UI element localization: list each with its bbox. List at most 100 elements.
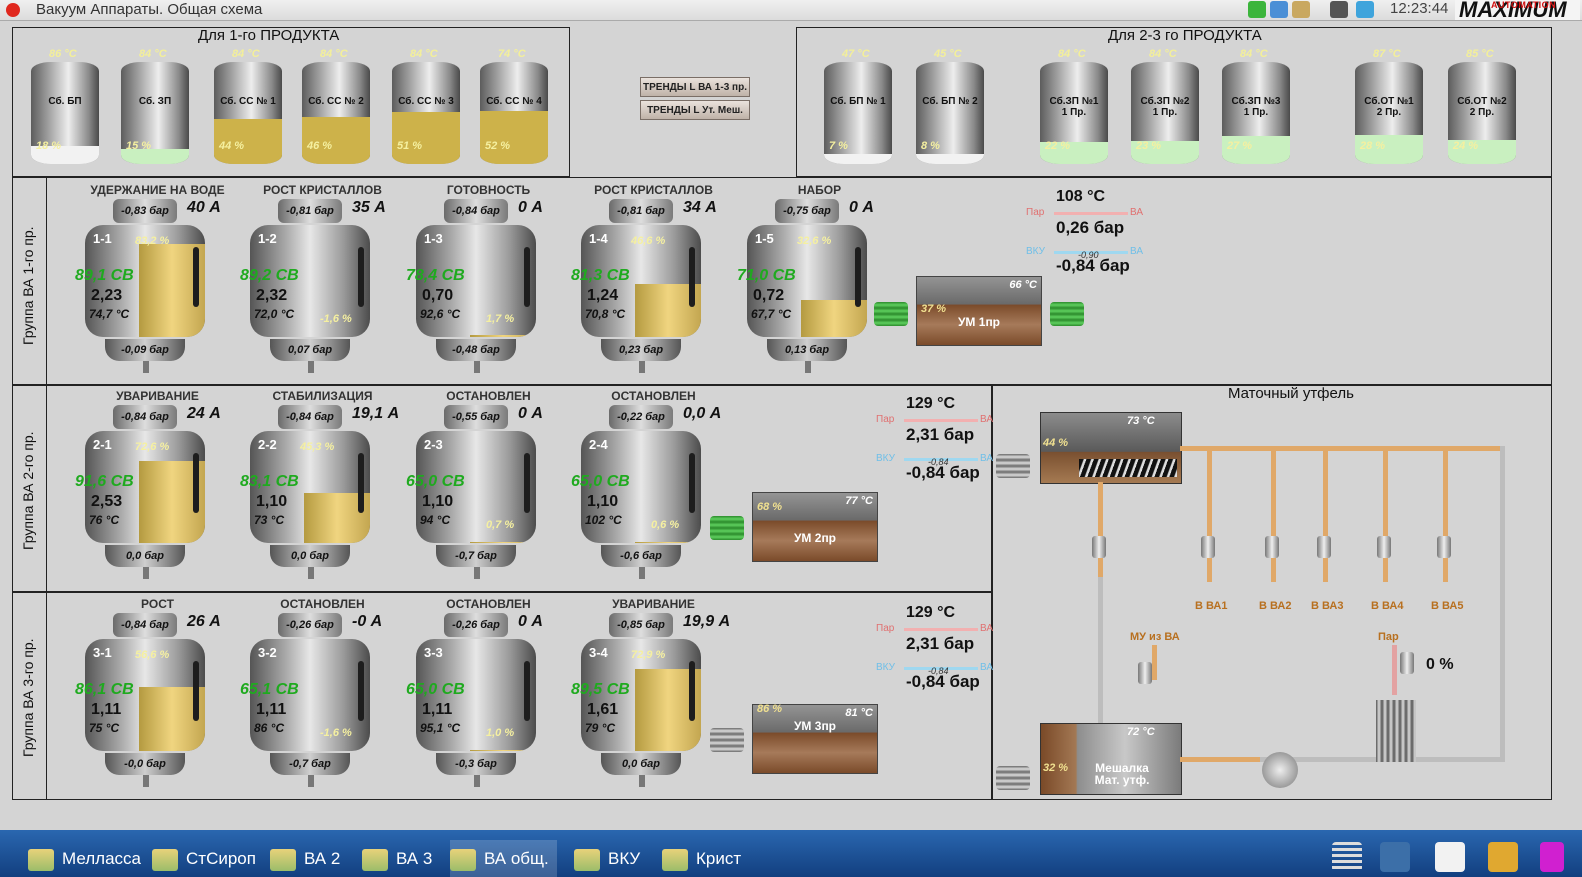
vacuum-apparatus[interactable]: ОСТАНОВЛЕН -0,22 бар 0,0 А 2-4 0,6 % 65,0 СВ 1… [571, 389, 736, 579]
va-top-pressure: -0,85 бар [609, 613, 673, 637]
steam-temp: 129 °C [906, 395, 956, 412]
output-label: В ВА3 [1311, 600, 1344, 612]
add-icon[interactable] [1248, 1, 1266, 18]
storage-tank[interactable]: Сб.ОТ №2 2 Пр. 24 % [1448, 62, 1516, 164]
vacuum-apparatus[interactable]: ГОТОВНОСТЬ -0,84 бар 0 А 1-3 1,7 % 78,4 СВ 0,7… [406, 183, 571, 373]
trend-va-button[interactable]: ТРЕНДЫ L ВА 1-3 пр. [640, 77, 750, 97]
storage-tank[interactable]: Сб.ОТ №1 2 Пр. 28 % [1355, 62, 1423, 164]
output-valve[interactable] [1377, 536, 1391, 558]
steam-va-label: ВА [1130, 207, 1144, 218]
app-icon [362, 848, 388, 871]
um1-right-motor[interactable] [1050, 302, 1084, 326]
par-valve[interactable] [1400, 652, 1414, 674]
output-valve[interactable] [1265, 536, 1279, 558]
va-sight-glass [689, 453, 695, 513]
hand-icon[interactable] [1540, 842, 1564, 872]
chat-icon[interactable] [1270, 1, 1288, 18]
taskbar-item[interactable]: Мелласса [28, 840, 149, 877]
vku-va-label: ВА [1130, 246, 1144, 257]
mother-top-tank[interactable]: 73 °C 44 % [1040, 412, 1182, 484]
output-valve[interactable] [1317, 536, 1331, 558]
taskbar-item[interactable]: ВА 3 [362, 840, 440, 877]
tank-temp: 84 °C [139, 48, 167, 60]
tank-level: 8 % [921, 140, 940, 152]
steam-temp: 129 °C [906, 604, 956, 621]
va-level-fill [470, 749, 536, 751]
vacuum-apparatus[interactable]: РОСТ КРИСТАЛЛОВ -0,81 бар 34 А 1-4 46,6 % 81,… [571, 183, 736, 373]
va-temp: 86 °C [254, 721, 285, 735]
storage-tank[interactable]: Сб. СС № 1 44 % [214, 62, 282, 164]
output-valve[interactable] [1201, 536, 1215, 558]
um3-tank[interactable]: 81 °C 86 % УМ 3пр [752, 703, 878, 774]
va-bottom-pressure: 0,0 бар [105, 545, 185, 567]
tank-level: 27 % [1227, 140, 1253, 152]
um1-left-motor[interactable] [874, 302, 908, 326]
vacuum-apparatus[interactable]: РОСТ КРИСТАЛЛОВ -0,81 бар 35 А 1-2 -1,6 % 89,… [240, 183, 405, 373]
um2-motor[interactable] [710, 516, 744, 540]
pump-icon[interactable] [1262, 752, 1298, 788]
storage-tank[interactable]: Сб. СС № 2 46 % [302, 62, 370, 164]
close-icon[interactable] [6, 3, 20, 17]
menu-icon[interactable] [1332, 842, 1362, 872]
storage-tank[interactable]: Сб. БП № 1 7 % [824, 62, 892, 164]
um3-motor[interactable] [710, 728, 744, 752]
va-dry-solids: 83,1 СВ [240, 473, 299, 490]
trend-chart-icon[interactable] [1435, 842, 1465, 872]
vacuum-apparatus[interactable]: УВАРИВАНИЕ -0,84 бар 24 А 2-1 72,6 % 91,6 СВ 2… [75, 389, 240, 579]
um1-tank[interactable]: 66 °C 37 % УМ 1пр [916, 276, 1042, 346]
storage-tank[interactable]: Сб.ЗП №2 1 Пр. 23 % [1131, 62, 1199, 164]
users-icon[interactable] [1292, 1, 1310, 18]
taskbar-item[interactable]: ВА 2 [270, 840, 348, 877]
storage-tank[interactable]: Сб. СС № 3 51 % [392, 62, 460, 164]
settings-icon[interactable] [1380, 842, 1410, 872]
tank-fill [824, 153, 892, 164]
tank-temp: 84 °C [1058, 48, 1086, 60]
tank-level: 7 % [829, 140, 848, 152]
va-current: 34 А [683, 199, 717, 216]
vacuum-apparatus[interactable]: УДЕРЖАНИЕ НА ВОДЕ -0,83 бар 40 А 1-1 83,2 % 8… [75, 183, 240, 373]
um-temp: 77 °C [845, 495, 873, 507]
vacuum-apparatus[interactable]: ОСТАНОВЛЕН -0,26 бар 0 А 3-3 1,0 % 65,0 СВ 1,1… [406, 597, 571, 787]
send-icon[interactable] [1356, 1, 1374, 18]
storage-tank[interactable]: Сб. БП № 2 8 % [916, 62, 984, 164]
vacuum-apparatus[interactable]: НАБОР -0,75 бар 0 А 1-5 32,6 % 71,0 СВ 0,72 67,… [737, 183, 902, 373]
window-title: Вакуум Аппараты. Общая схема [36, 1, 263, 18]
va-top-pressure: -0,55 бар [444, 405, 508, 429]
storage-tank[interactable]: Сб.ЗП №1 1 Пр. 22 % [1040, 62, 1108, 164]
vacuum-apparatus[interactable]: ОСТАНОВЛЕН -0,55 бар 0 А 2-3 0,7 % 65,0 СВ 1,1… [406, 389, 571, 579]
vacuum-apparatus[interactable]: УВАРИВАНИЕ -0,85 бар 19,9 А 3-4 72,9 % 89,5 С… [571, 597, 736, 787]
vacuum-apparatus[interactable]: РОСТ -0,84 бар 26 А 3-1 56,6 % 86,1 СВ 1,11 75 … [75, 597, 240, 787]
va-status: ОСТАНОВЛЕН [280, 597, 365, 611]
va-bottom-pressure: -0,0 бар [105, 753, 185, 775]
um-level: 86 % [757, 703, 783, 715]
tank-level: 51 % [397, 140, 423, 152]
mother-bottom-motor[interactable] [996, 766, 1030, 790]
taskbar-item[interactable]: ВА общ. [450, 840, 557, 877]
va-drain [639, 775, 645, 787]
va-bottom-pressure: -0,09 бар [105, 339, 185, 361]
va-level: -1,6 % [320, 727, 352, 739]
vacuum-apparatus[interactable]: ОСТАНОВЛЕН -0,26 бар -0 А 3-2 -1,6 % 65,1 СВ 1… [240, 597, 405, 787]
va-current: 0 А [518, 405, 543, 422]
storage-tank[interactable]: Сб. ЗП 15 % [121, 62, 189, 164]
storage-tank[interactable]: Сб. СС № 4 52 % [480, 62, 548, 164]
storage-tank[interactable]: Сб. БП 18 % [31, 62, 99, 164]
tank-temp: 87 °C [1373, 48, 1401, 60]
group1-label: Группа ВА 1-го пр. [20, 226, 36, 345]
storage-tank[interactable]: Сб.ЗП №3 1 Пр. 27 % [1222, 62, 1290, 164]
operator-icon[interactable] [1330, 1, 1348, 18]
trend-mixer-button[interactable]: ТРЕНДЫ L Ут. Меш. [640, 100, 750, 120]
output-valve[interactable] [1437, 536, 1451, 558]
mother-valve[interactable] [1092, 536, 1106, 558]
tank-name: Сб. СС № 3 [398, 96, 454, 107]
taskbar-item[interactable]: ВКУ [574, 840, 648, 877]
taskbar-item[interactable]: СтСироп [152, 840, 264, 877]
mu-valve[interactable] [1138, 662, 1152, 684]
service-icon[interactable] [1488, 842, 1518, 872]
um2-tank[interactable]: 77 °C 68 % УМ 2пр [752, 492, 878, 562]
mother-top-motor[interactable] [996, 454, 1030, 478]
mixer-tank[interactable]: 72 °C 32 % Мешалка Мат. утф. [1040, 723, 1182, 795]
taskbar-item[interactable]: Крист [662, 840, 749, 877]
vacuum-apparatus[interactable]: СТАБИЛИЗАЦИЯ -0,84 бар 19,1 А 2-2 45,3 % 83,1… [240, 389, 405, 579]
tank-temp: 84 °C [320, 48, 348, 60]
